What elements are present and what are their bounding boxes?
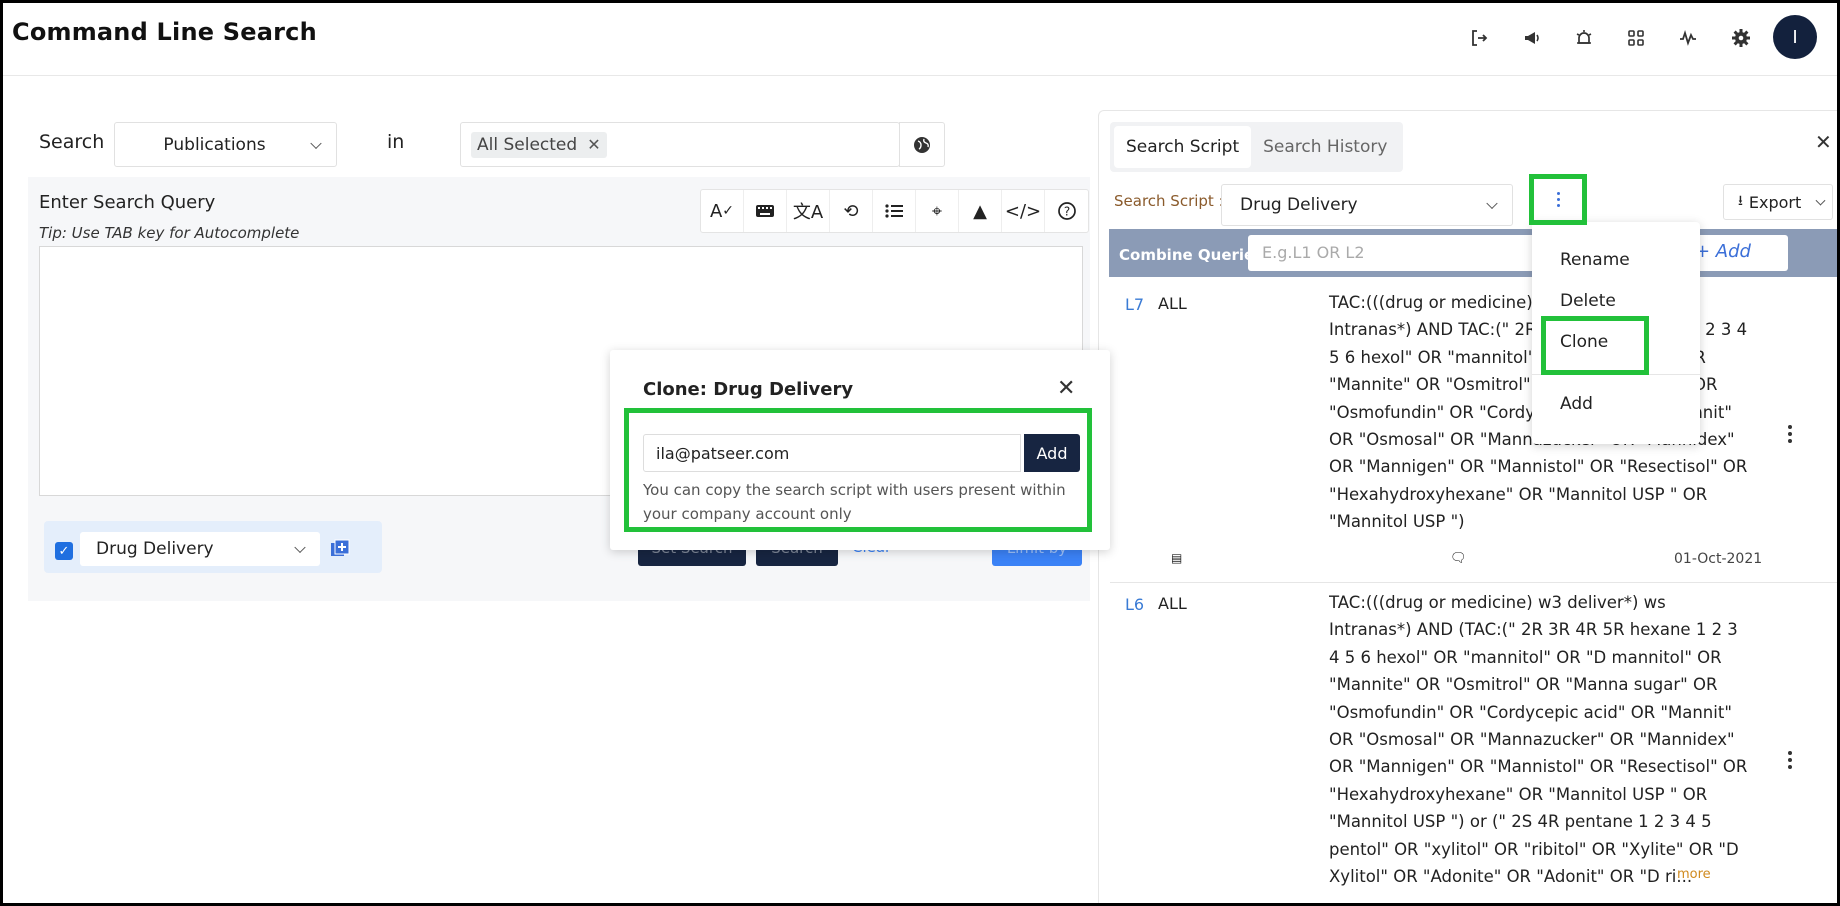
source-select[interactable]: Publications (114, 122, 337, 167)
script-context-menu: Rename Delete Clone Add (1532, 222, 1700, 444)
panel-script-select[interactable]: Drug Delivery (1221, 184, 1513, 226)
help-icon[interactable]: ? (1045, 190, 1088, 232)
globe-button[interactable] (899, 122, 945, 167)
chevron-down-icon (294, 541, 306, 554)
collection-tag-label: All Selected (477, 134, 578, 155)
source-select-value: Publications (163, 134, 266, 155)
user-avatar[interactable]: I (1773, 15, 1817, 59)
script-select[interactable]: Drug Delivery (80, 532, 320, 566)
menu-divider (1532, 374, 1700, 375)
activity-pulse-icon[interactable] (1674, 24, 1702, 52)
menu-item-rename[interactable]: Rename (1560, 250, 1630, 270)
chevron-down-icon (1486, 197, 1498, 210)
query-id[interactable]: L7 (1125, 295, 1144, 314)
megaphone-icon[interactable] (1518, 24, 1546, 52)
rotate-shape-icon[interactable]: ⟲ (830, 190, 873, 232)
chevron-down-icon (1815, 195, 1826, 206)
search-label: Search (39, 131, 105, 153)
code-check-icon[interactable]: </> (1002, 190, 1045, 232)
download-icon: ⭳ (1738, 193, 1743, 209)
more-link[interactable]: more (1677, 867, 1711, 882)
panel-close-icon[interactable]: ✕ (1815, 130, 1832, 154)
query-field: ALL (1158, 594, 1187, 613)
target-icon[interactable]: ⌖ (916, 190, 959, 232)
export-label: Export (1748, 192, 1802, 212)
menu-item-delete[interactable]: Delete (1560, 291, 1616, 311)
row-menu-icon[interactable] (1787, 751, 1793, 769)
clone-email-input[interactable]: ila@patseer.com (643, 434, 1021, 472)
panel-tabs: Search Script Search History (1110, 122, 1404, 172)
comments-icon[interactable]: 🗨 (1450, 551, 1467, 566)
page-title: Command Line Search (12, 18, 317, 46)
query-date: 01-Oct-2021 (1674, 551, 1763, 567)
alarm-bell-icon[interactable] (1570, 24, 1598, 52)
autocomplete-tip: Tip: Use TAB key for Autocomplete (39, 224, 300, 242)
row-menu-icon[interactable] (1787, 425, 1793, 443)
script-checkbox[interactable]: ✓ (55, 542, 73, 560)
clone-modal: Clone: Drug Delivery ✕ ila@patseer.com A… (610, 350, 1110, 550)
export-dropdown[interactable]: ⭳ Export (1723, 184, 1833, 220)
combine-placeholder: E.g.L1 OR L2 (1262, 243, 1365, 262)
chevron-down-icon (310, 137, 322, 149)
clone-modal-title: Clone: Drug Delivery (643, 379, 854, 400)
note-icon[interactable]: ▤ (1171, 551, 1182, 565)
collection-tag: All Selected ✕ (471, 131, 607, 158)
query-id[interactable]: L6 (1125, 595, 1144, 614)
combine-input[interactable]: E.g.L1 OR L2 + Add (1248, 235, 1788, 271)
menu-item-clone[interactable]: Clone (1560, 332, 1608, 352)
remove-tag-icon[interactable]: ✕ (587, 135, 600, 154)
query-toolbar: A ✓ 文A ⟲ ⌖ ▲ </> ? (700, 189, 1089, 233)
close-icon[interactable]: ✕ (1057, 376, 1075, 401)
add-combine-link[interactable]: + Add (1695, 241, 1751, 262)
tab-search-history[interactable]: Search History (1251, 126, 1399, 168)
kebab-icon (1555, 192, 1561, 207)
query-label: Enter Search Query (39, 192, 216, 213)
in-label: in (387, 131, 405, 153)
query-row-l6: L6 ALL TAC:(((drug or medicine) w3 deliv… (1110, 583, 1840, 903)
menu-item-add[interactable]: Add (1560, 394, 1593, 414)
panel-script-value: Drug Delivery (1240, 195, 1358, 215)
script-label: Search Script : (1114, 192, 1224, 210)
logout-icon[interactable] (1465, 24, 1493, 52)
combine-label: Combine Queries (1119, 246, 1264, 264)
gear-icon[interactable] (1727, 24, 1755, 52)
clone-email-value: ila@patseer.com (656, 443, 790, 463)
script-options-button[interactable] (1532, 177, 1584, 222)
list-icon[interactable] (873, 190, 916, 232)
tab-search-script[interactable]: Search Script (1114, 126, 1252, 168)
svg-text:?: ? (1063, 205, 1069, 219)
apps-grid-icon[interactable] (1622, 24, 1650, 52)
query-text[interactable]: TAC:(((drug or medicine) w3 deliver*) ws… (1329, 589, 1749, 891)
query-row-l7: L7 ALL TAC:(((drug or medicine) w3 deliv… (1110, 283, 1840, 583)
clone-hint: You can copy the search script with user… (643, 481, 1066, 523)
translate-icon[interactable]: 文A (787, 190, 830, 232)
globe-icon (914, 136, 930, 153)
collection-multiselect[interactable]: All Selected ✕ (460, 122, 900, 167)
script-select-value: Drug Delivery (96, 539, 214, 559)
keyboard-icon[interactable] (744, 190, 787, 232)
tree-icon[interactable]: ▲ (959, 190, 1002, 232)
add-script-icon[interactable] (330, 539, 350, 559)
spellcheck-icon[interactable]: A ✓ (701, 190, 744, 232)
clone-add-button[interactable]: Add (1024, 434, 1080, 472)
query-field: ALL (1158, 294, 1187, 313)
